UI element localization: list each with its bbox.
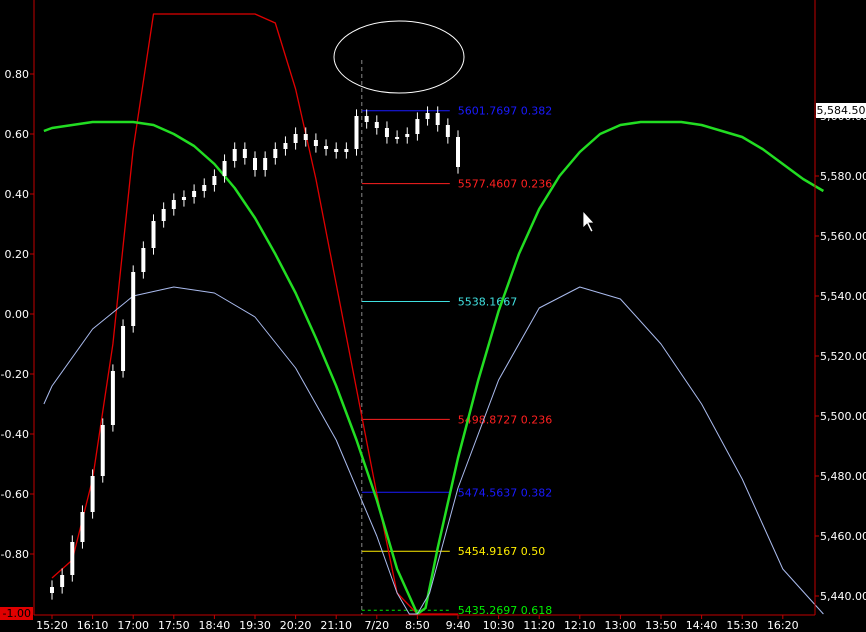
left-tick-label: 0.60: [5, 128, 30, 141]
left-tick-label: 0.20: [5, 248, 30, 261]
candle-body: [222, 161, 227, 176]
right-tick-label: 5,560.00: [820, 230, 866, 243]
left-tick-label: 0.00: [5, 308, 30, 321]
time-tick-label: 17:50: [158, 619, 190, 632]
candle-body: [141, 248, 146, 272]
candle-body: [192, 191, 197, 197]
candle-body: [395, 137, 400, 139]
candle-body: [324, 146, 329, 149]
time-tick-label: 11:20: [523, 619, 555, 632]
right-tick-label: 5,460.00: [820, 530, 866, 543]
time-tick-label: 15:30: [726, 619, 758, 632]
time-tick-label: 15:20: [36, 619, 68, 632]
left-tick-label: -0.80: [1, 548, 29, 561]
candle-body: [354, 116, 359, 149]
candle-body: [232, 149, 237, 161]
candle-body: [384, 128, 389, 137]
time-tick-label: 20:20: [280, 619, 312, 632]
price-cycle-chart[interactable]: 5601.7697 0.382 5577.4607 0.236 5538.1667 5…: [0, 0, 866, 632]
fib-level-label: 5454.9167 0.50: [458, 545, 545, 558]
chart-background: [0, 0, 866, 632]
candle-body: [50, 587, 54, 593]
candle-body: [212, 176, 217, 185]
time-tick-label: 12:10: [564, 619, 596, 632]
candle-body: [161, 209, 166, 221]
candle-body: [90, 476, 95, 512]
candle-body: [293, 134, 298, 143]
candle-body: [202, 185, 207, 191]
time-tick-label: 9:40: [446, 619, 471, 632]
time-tick-label: 10:30: [483, 619, 515, 632]
candle-body: [334, 149, 339, 152]
time-tick-label: 18:40: [199, 619, 231, 632]
candle-body: [80, 512, 85, 542]
candle-body: [60, 575, 65, 587]
candle-body: [374, 122, 379, 128]
right-tick-label: 5,540.00: [820, 290, 866, 303]
time-tick-label: 7/20: [364, 619, 389, 632]
right-tick-label: 5,580.00: [820, 170, 866, 183]
candle-body: [303, 134, 308, 140]
left-tick-label: -0.20: [1, 368, 29, 381]
last-price-label: 5,584.50: [816, 103, 866, 118]
candle-body: [405, 134, 410, 137]
candle-body: [435, 113, 440, 125]
candle-body: [253, 158, 257, 170]
time-tick-label: 13:50: [645, 619, 677, 632]
candle-body: [344, 149, 349, 152]
left-tick-label: -0.60: [1, 488, 29, 501]
candle-body: [273, 149, 278, 158]
candle-body: [131, 272, 136, 326]
time-tick-label: 16:20: [767, 619, 799, 632]
time-tick-label: 14:40: [686, 619, 718, 632]
oscillator-min-marker: -1.00: [0, 607, 33, 620]
time-tick-label: 13:00: [605, 619, 637, 632]
fib-level-label: 5601.7697 0.382: [458, 105, 552, 118]
candle-body: [110, 371, 115, 425]
left-tick-label: 0.80: [5, 68, 30, 81]
candle-body: [364, 116, 369, 122]
candle-body: [171, 200, 176, 209]
candle-body: [445, 125, 450, 137]
right-tick-label: 5,520.00: [820, 350, 866, 363]
time-tick-label: 16:10: [77, 619, 109, 632]
candle-body: [456, 137, 460, 167]
candle-body: [415, 119, 420, 134]
candle-body: [283, 143, 288, 149]
fib-level-label: 5538.1667: [458, 295, 518, 308]
candle-body: [70, 542, 75, 575]
left-tick-label: -0.40: [1, 428, 29, 441]
time-tick-label: 17:00: [117, 619, 149, 632]
time-tick-label: 8:50: [405, 619, 430, 632]
candle-body: [100, 425, 105, 476]
candle-body: [242, 149, 247, 158]
candle-body: [263, 158, 268, 170]
time-tick-label: 21:10: [320, 619, 352, 632]
candle-body: [151, 221, 156, 248]
candle-body: [181, 197, 186, 200]
candle-body: [313, 140, 318, 146]
right-tick-label: 5,440.00: [820, 590, 866, 603]
candle-body: [425, 113, 430, 119]
right-tick-label: 5,480.00: [820, 470, 866, 483]
fib-level-label: 5474.5637 0.382: [458, 486, 552, 499]
right-tick-label: 5,500.00: [820, 410, 866, 423]
candle-body: [121, 326, 126, 371]
fib-level-label: 5498.8727 0.236: [458, 413, 552, 426]
time-tick-label: 19:30: [239, 619, 271, 632]
fib-level-label: 5577.4607 0.236: [458, 178, 552, 191]
left-tick-label: 0.40: [5, 188, 30, 201]
